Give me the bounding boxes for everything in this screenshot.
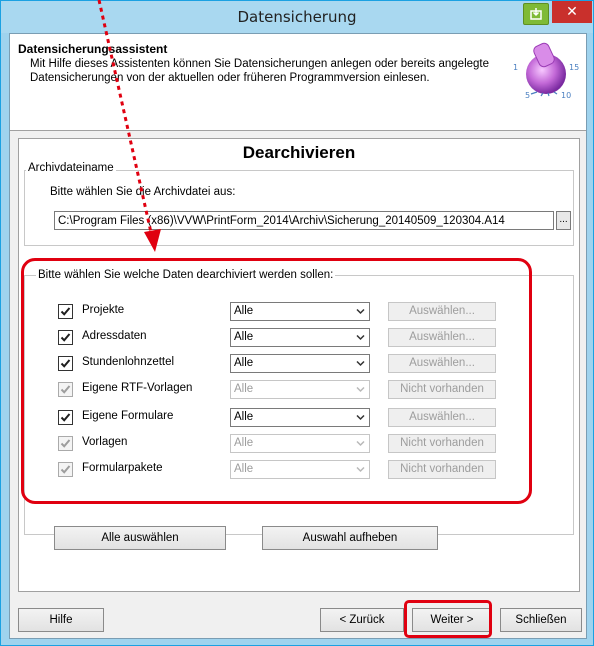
highlight-arrow bbox=[97, 0, 161, 252]
